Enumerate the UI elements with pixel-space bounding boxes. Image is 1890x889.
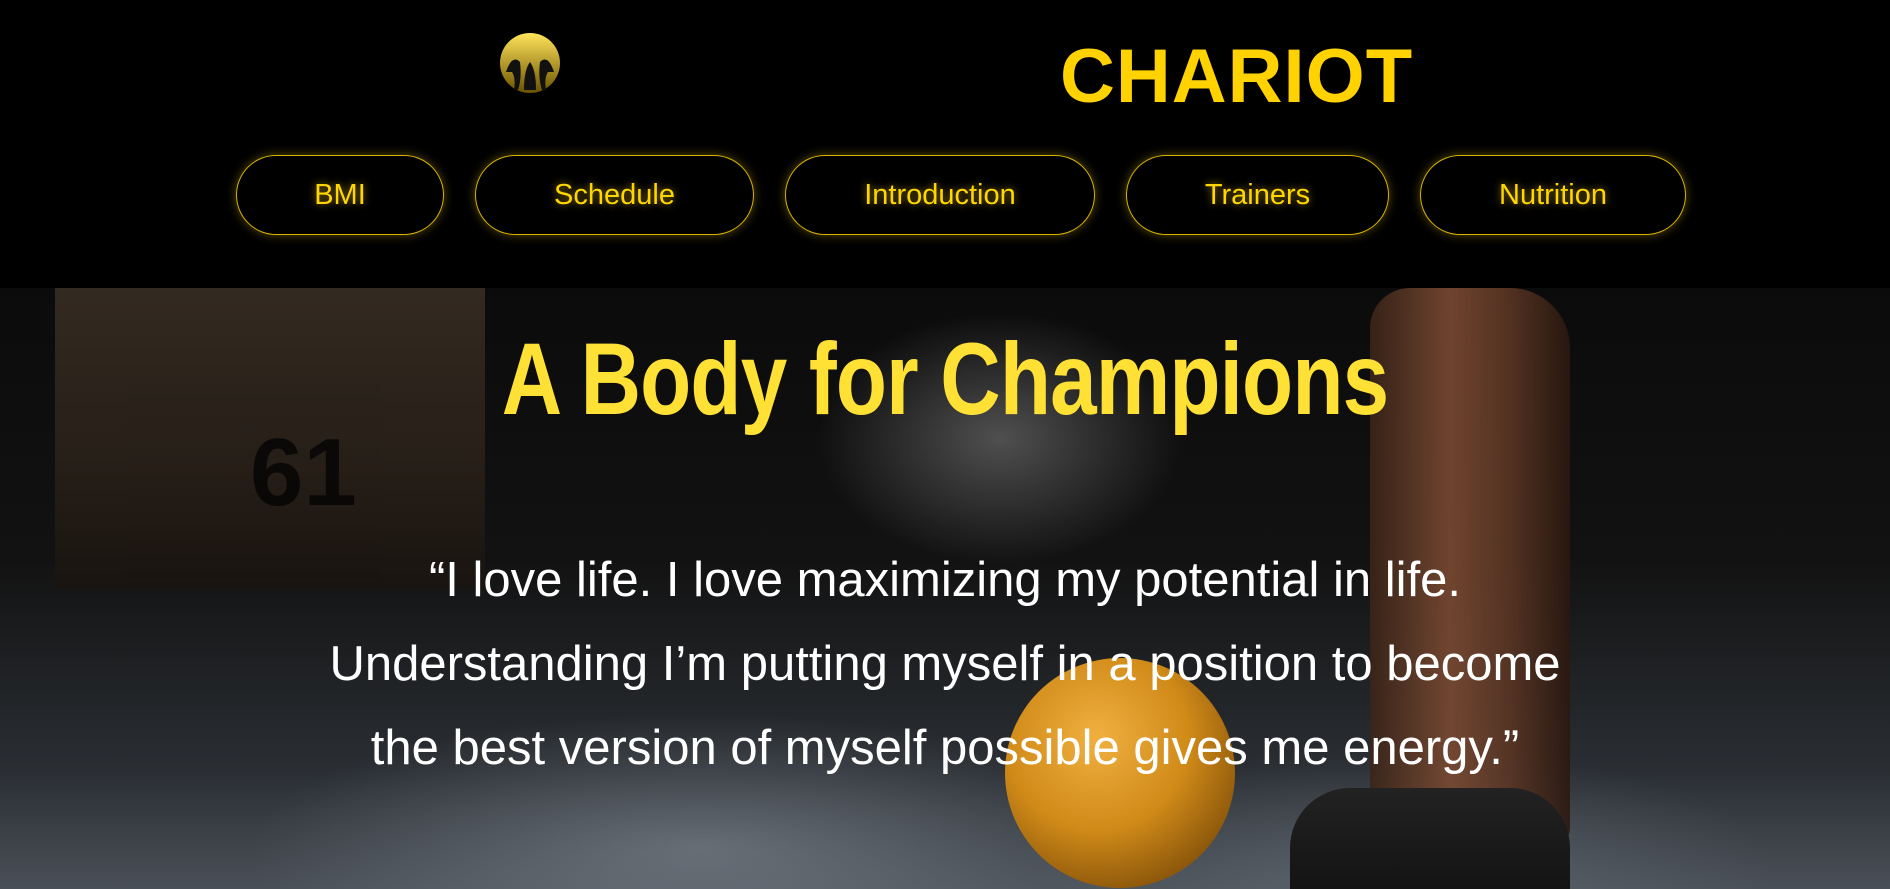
nav-nutrition-button[interactable]: Nutrition: [1420, 155, 1686, 235]
box-number: 61: [250, 419, 357, 526]
nav-bmi-button[interactable]: BMI: [236, 155, 444, 235]
hero-quote: “I love life. I love maximizing my poten…: [329, 553, 1561, 775]
nav-schedule-button[interactable]: Schedule: [475, 155, 754, 235]
hero-background-shoe: [1290, 788, 1570, 889]
hero-section: 61 A Body for Champions “I love life. I …: [0, 288, 1890, 889]
chariot-crest-icon[interactable]: [498, 32, 562, 94]
nav-trainers-button[interactable]: Trainers: [1126, 155, 1389, 235]
nav-introduction-button[interactable]: Introduction: [785, 155, 1095, 235]
brand-title: CHARIOT: [1060, 34, 1414, 119]
main-nav: BMI Schedule Introduction Trainers Nutri…: [0, 155, 1890, 239]
hero-title: A Body for Champions: [501, 322, 1389, 436]
site-header: CHARIOT BMI Schedule Introduction Traine…: [0, 0, 1890, 288]
